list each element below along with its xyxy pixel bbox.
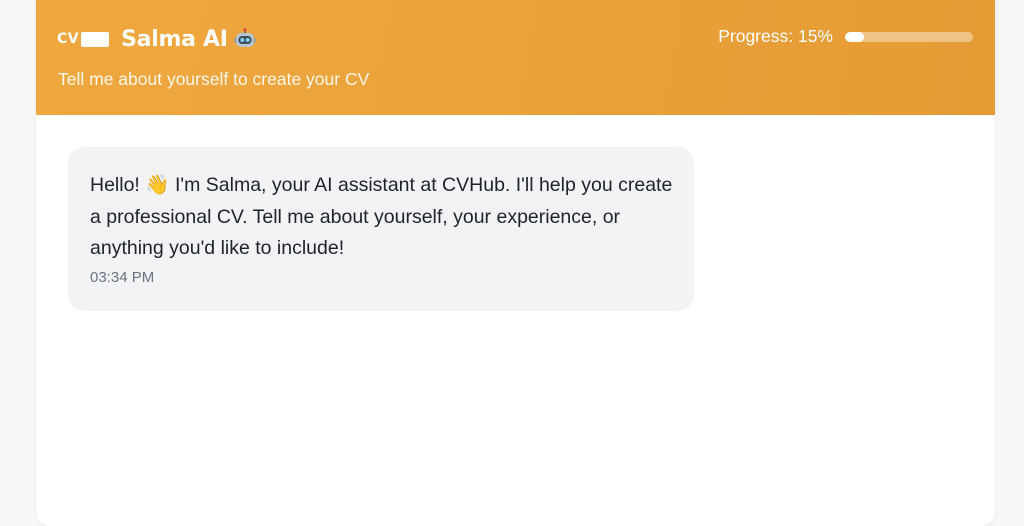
message-text: Hello! 👋 I'm Salma, your AI assistant at… (90, 174, 673, 259)
logo-mark (81, 31, 110, 47)
assistant-title: Salma AI (121, 26, 228, 52)
assistant-message: Hello! 👋 I'm Salma, your AI assistant at… (68, 147, 694, 311)
progress-bar-fill (845, 31, 865, 42)
logo-text: CV (57, 31, 80, 47)
progress-bar (845, 31, 973, 42)
message-timestamp: 03:34 PM (90, 268, 155, 286)
header-subtitle: Tell me about yourself to create your CV (58, 69, 370, 89)
progress-label: Progress: 15% (718, 26, 833, 46)
cv-logo: CV (57, 31, 110, 47)
chat-panel: CV Salma AI Tell me about yourself to cr… (36, 0, 995, 526)
robot-icon (234, 28, 256, 50)
chat-header: CV Salma AI Tell me about yourself to cr… (36, 0, 995, 115)
progress-indicator: Progress: 15% (718, 26, 973, 47)
brand: CV Salma AI (57, 24, 256, 54)
